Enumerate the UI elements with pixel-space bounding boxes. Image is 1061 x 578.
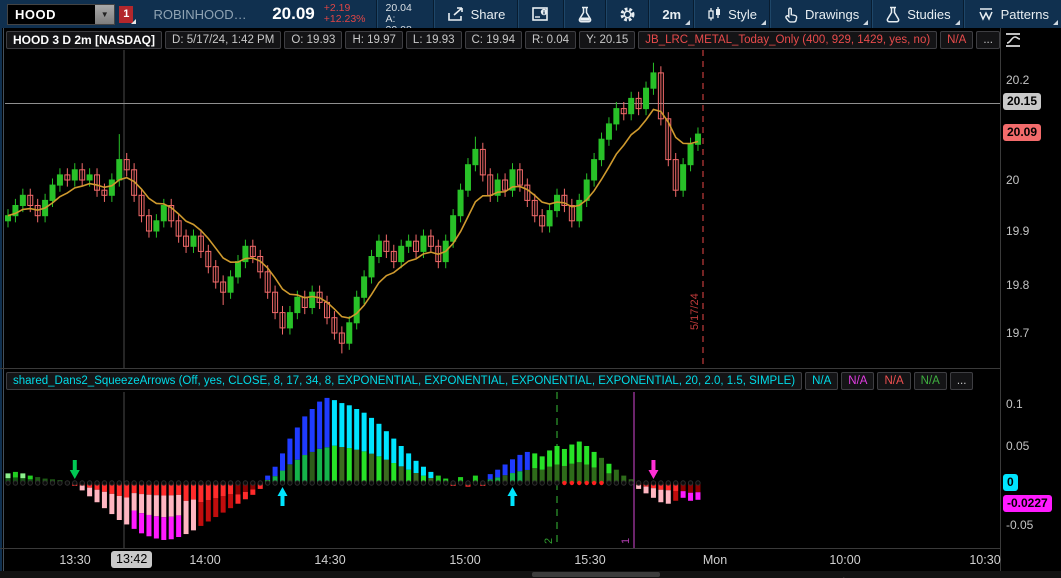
- axis-tick-label: -0.05: [1006, 518, 1033, 532]
- chart-header-row: HOOD 3 D 2m [NASDAQ] D: 5/17/24, 1:42 PM…: [6, 31, 1000, 49]
- study-na-pill[interactable]: N/A: [877, 372, 910, 390]
- ohlc-field: L: 19.93: [406, 31, 462, 49]
- trading-platform-window: HOOD ▼ 1 ROBINHOOD M... 20.09 +2.19 +12.…: [0, 0, 1061, 578]
- time-tick-label: 14:00: [178, 553, 232, 567]
- patterns-label: Patterns: [1001, 7, 1049, 22]
- drawings-label: Drawings: [805, 7, 859, 22]
- ohlc-field: D: 5/17/24, 1:42 PM: [165, 31, 281, 49]
- study-more-pill[interactable]: ...: [950, 372, 974, 390]
- time-cursor-bubble: 13:42: [111, 551, 152, 568]
- axis-tick-label: 19.8: [1006, 278, 1029, 292]
- settings-button[interactable]: [607, 0, 648, 28]
- flask-icon: [577, 6, 593, 23]
- axis-price-bubble: 20.15: [1003, 93, 1041, 110]
- symbol-dropdown-button[interactable]: ▼: [95, 5, 114, 24]
- down-arrow-signal: [70, 460, 80, 479]
- ohlc-field: O: 19.93: [284, 31, 342, 49]
- ohlc-field: Y: 20.15: [579, 31, 635, 49]
- dateline-label: 5/17/24: [689, 293, 701, 330]
- studies-dropdown[interactable]: Studies: [873, 0, 962, 28]
- hand-icon: [783, 6, 799, 23]
- ohlc-field: C: 19.94: [465, 31, 522, 49]
- axis-tick-label: 20.2: [1006, 73, 1029, 87]
- patterns-icon: [977, 6, 995, 22]
- time-tick-label: Mon: [688, 553, 742, 567]
- alert-badge[interactable]: 1: [119, 6, 133, 23]
- time-tick-label: 10:30: [958, 553, 1012, 567]
- study-value-pill[interactable]: N/A: [940, 31, 973, 49]
- zoom-controls[interactable]: +○○: [840, 573, 881, 578]
- calendar-info-icon: [531, 6, 551, 23]
- time-tick-label: 15:00: [438, 553, 492, 567]
- time-tick-label: 13:30: [48, 553, 102, 567]
- style-label: Style: [728, 7, 757, 22]
- change-percent: +12.23%: [324, 14, 366, 25]
- chart-scrollbar[interactable]: [0, 571, 1061, 578]
- ohlc-field: R: 0.04: [525, 31, 576, 49]
- price-change: +2.19 +12.23%: [324, 3, 366, 25]
- share-label: Share: [471, 7, 506, 22]
- marker-label: 2: [543, 538, 555, 544]
- ohlc-fields: D: 5/17/24, 1:42 PMO: 19.93H: 19.97L: 19…: [165, 31, 635, 49]
- time-tick-label: 14:30: [303, 553, 357, 567]
- last-price: 20.09: [272, 4, 315, 24]
- axis-tick-label: 19.7: [1006, 326, 1029, 340]
- marker-label: 1: [620, 538, 632, 544]
- axis-price-bubble: -0.0227: [1003, 495, 1052, 512]
- timeframe-dropdown[interactable]: 2m: [650, 0, 693, 28]
- chart-panel[interactable]: HOOD 3 D 2m [NASDAQ] D: 5/17/24, 1:42 PM…: [0, 28, 1061, 578]
- up-arrow-signal: [278, 487, 288, 506]
- study-pill[interactable]: JB_LRC_METAL_Today_Only (400, 929, 1429,…: [638, 31, 937, 49]
- axis-tick-label: 0.05: [1006, 439, 1029, 453]
- symbol-input[interactable]: HOOD: [8, 7, 95, 22]
- style-dropdown[interactable]: Style: [695, 0, 769, 28]
- studies-label: Studies: [907, 7, 950, 22]
- time-tick-label: 15:30: [563, 553, 617, 567]
- time-tick-label: 10:00: [818, 553, 872, 567]
- timeframe-label: 2m: [662, 7, 681, 22]
- ohlc-field: H: 19.97: [345, 31, 402, 49]
- axis-tick-label: 19.9: [1006, 224, 1029, 238]
- share-icon: [447, 6, 465, 22]
- flask-icon: [885, 6, 901, 23]
- drawings-dropdown[interactable]: Drawings: [771, 0, 871, 28]
- more-pill[interactable]: ...: [976, 31, 1000, 49]
- study-na-pill[interactable]: N/A: [914, 372, 947, 390]
- analyze-button[interactable]: [565, 0, 605, 28]
- left-edge-line: [3, 28, 4, 571]
- top-toolbar: HOOD ▼ 1 ROBINHOOD M... 20.09 +2.19 +12.…: [0, 0, 1061, 28]
- study-values: N/AN/AN/AN/A: [805, 372, 947, 390]
- study-header-row: shared_Dans2_SqueezeArrows (Off, yes, CL…: [6, 372, 973, 390]
- gear-icon: [619, 6, 636, 23]
- toolbar-divider: [376, 0, 378, 28]
- patterns-dropdown[interactable]: Patterns: [965, 0, 1061, 28]
- main-price-chart[interactable]: 5/17/24: [5, 50, 1000, 368]
- axis-tick-label: 20: [1006, 173, 1019, 187]
- squeeze-histogram-chart[interactable]: 21: [5, 392, 1000, 548]
- panel-separator: [0, 368, 1000, 369]
- calendar-button[interactable]: [519, 0, 563, 28]
- axis-price-bubble: 0: [1003, 474, 1018, 491]
- down-arrow-signal: [648, 460, 658, 479]
- left-edge: [0, 28, 2, 578]
- chart-title-pill[interactable]: HOOD 3 D 2m [NASDAQ]: [6, 31, 162, 49]
- time-axis[interactable]: 13:3014:0014:3015:0015:30Mon10:0010:3013…: [0, 549, 1000, 571]
- symbol-combo[interactable]: HOOD ▼: [7, 4, 115, 25]
- squeeze-study-pill[interactable]: shared_Dans2_SqueezeArrows (Off, yes, CL…: [6, 372, 802, 390]
- share-button[interactable]: Share: [435, 0, 518, 28]
- scrollbar-thumb[interactable]: [532, 572, 660, 577]
- price-axis[interactable]: 20.2 20 19.9 19.8 19.7 0.1 0.05 -0.05 20.15 20.09…: [1001, 28, 1061, 571]
- axis-price-bubble: 20.09: [1003, 124, 1041, 141]
- bid-value: B: 20.04: [386, 0, 423, 14]
- axis-tick-label: 0.1: [1006, 397, 1023, 411]
- up-arrow-signal: [507, 487, 517, 506]
- company-name: ROBINHOOD M...: [153, 7, 250, 22]
- study-na-pill[interactable]: N/A: [805, 372, 838, 390]
- study-na-pill[interactable]: N/A: [841, 372, 874, 390]
- candlestick-icon: [707, 6, 722, 22]
